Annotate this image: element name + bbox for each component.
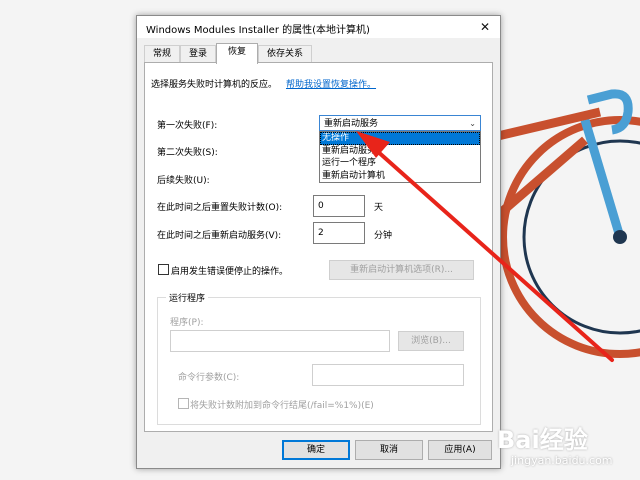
chevron-down-icon: ⌄	[469, 119, 476, 128]
window-title: Windows Modules Installer 的属性(本地计算机)	[146, 25, 370, 36]
help-link[interactable]: 帮助我设置恢复操作。	[286, 77, 376, 90]
enable-stop-actions-label: 启用发生错误便停止的操作。	[171, 267, 289, 277]
dropdown-option-no-action[interactable]: 无操作	[320, 132, 480, 145]
dropdown-option-restart-computer[interactable]: 重新启动计算机	[320, 170, 480, 183]
browse-button[interactable]: 浏览(B)...	[398, 331, 464, 351]
first-failure-select[interactable]: 重新启动服务 ⌄	[319, 115, 481, 131]
tab-recovery[interactable]: 恢复	[216, 43, 258, 64]
append-fail-count-label: 将失败计数附加到命令行结尾(/fail=%1%)(E)	[190, 401, 374, 411]
first-failure-value: 重新启动服务	[324, 119, 379, 129]
subsequent-failure-label: 后续失败(U):	[157, 176, 210, 186]
bicycle-hub	[613, 230, 627, 244]
restart-service-label: 在此时间之后重新启动服务(V):	[157, 231, 282, 241]
reset-count-input[interactable]: 0	[313, 195, 365, 217]
cmd-params-input[interactable]	[312, 364, 464, 386]
run-program-group-title: 运行程序	[166, 291, 209, 304]
baidu-watermark: Bai经验 jingyan.baidu.com	[497, 420, 640, 480]
tab-general[interactable]: 常规	[144, 45, 180, 63]
watermark-url: jingyan.baidu.com	[511, 454, 613, 467]
restart-computer-options-button[interactable]: 重新启动计算机选项(R)...	[329, 260, 474, 280]
program-input[interactable]	[170, 330, 390, 352]
cancel-button[interactable]: 取消	[355, 440, 423, 460]
program-label: 程序(P):	[170, 318, 204, 328]
reset-count-unit: 天	[374, 203, 384, 213]
apply-button[interactable]: 应用(A)	[428, 440, 492, 460]
properties-dialog: Windows Modules Installer 的属性(本地计算机) ✕ 常…	[136, 15, 501, 469]
enable-stop-actions-checkbox[interactable]	[158, 264, 169, 275]
close-icon[interactable]: ✕	[474, 18, 496, 36]
second-failure-label: 第二次失败(S):	[157, 148, 218, 158]
recovery-intro: 选择服务失败时计算机的反应。	[151, 80, 278, 90]
ok-button[interactable]: 确定	[282, 440, 350, 460]
dropdown-option-run-program[interactable]: 运行一个程序	[320, 157, 480, 170]
title-bar: Windows Modules Installer 的属性(本地计算机) ✕	[137, 16, 500, 38]
tab-dependencies[interactable]: 依存关系	[258, 45, 312, 63]
cmd-params-label: 命令行参数(C):	[178, 373, 240, 383]
restart-service-input[interactable]: 2	[313, 222, 365, 244]
restart-service-unit: 分钟	[374, 231, 393, 241]
first-failure-label: 第一次失败(F):	[157, 121, 218, 131]
run-program-group: 运行程序 程序(P): 浏览(B)... 命令行参数(C): 将失败计数附加到命…	[157, 291, 481, 425]
dropdown-option-restart-service[interactable]: 重新启动服务	[320, 145, 480, 158]
watermark-logo: Bai经验	[497, 426, 588, 454]
recovery-panel: 选择服务失败时计算机的反应。 帮助我设置恢复操作。 第一次失败(F): 重新启动…	[144, 62, 493, 432]
append-fail-count-checkbox[interactable]	[178, 398, 189, 409]
reset-count-label: 在此时间之后重置失败计数(O):	[157, 203, 283, 213]
tab-logon[interactable]: 登录	[180, 45, 216, 63]
failure-action-dropdown[interactable]: 无操作 重新启动服务 运行一个程序 重新启动计算机	[319, 131, 481, 183]
